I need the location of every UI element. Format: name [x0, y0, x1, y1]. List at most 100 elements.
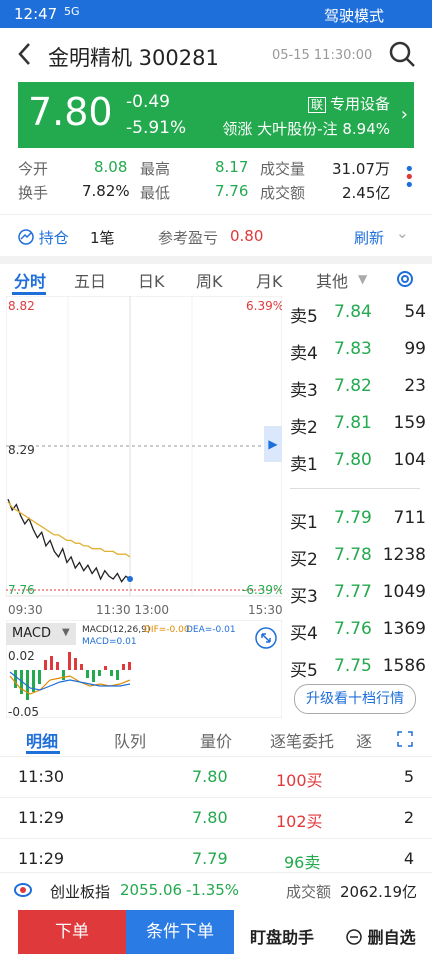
- trade-price: 7.80: [192, 808, 228, 827]
- conditional-order-button[interactable]: 条件下单: [126, 910, 234, 954]
- settings-icon[interactable]: [394, 268, 416, 290]
- index-bar[interactable]: 创业板指 2055.06 -1.35% 成交额 2062.19亿: [0, 872, 432, 907]
- volume-value: 31.07万: [332, 160, 390, 178]
- macd-bar: [50, 656, 53, 670]
- ask-3[interactable]: 卖3 7.82 23: [290, 370, 426, 406]
- macd-dea: DEA=-0.01: [186, 625, 236, 635]
- status-time: 12:47: [14, 5, 58, 23]
- holding-bar: 持仓 1笔 参考盈亏 0.80 刷新 ⌄: [0, 220, 432, 252]
- macd-bar: [80, 664, 83, 670]
- tab-monthly-k[interactable]: 月K: [256, 268, 283, 292]
- remove-watchlist-button[interactable]: 删自选: [346, 924, 416, 948]
- holding-button[interactable]: 持仓: [18, 227, 69, 248]
- tab-order-by-order[interactable]: 逐笔委托: [270, 728, 334, 752]
- ob-volume: 1238: [382, 545, 426, 565]
- price-change: -0.49: [126, 92, 170, 112]
- ob-side: 卖5: [290, 307, 318, 327]
- volume-label: 成交量: [260, 160, 306, 178]
- fullscreen-icon[interactable]: [254, 626, 278, 650]
- ob-side: 买5: [290, 661, 318, 681]
- y-bot-left: 7.76: [8, 583, 35, 597]
- ob-volume: 104: [393, 450, 426, 470]
- ob-price: 7.78: [334, 545, 372, 565]
- place-order-button[interactable]: 下单: [18, 910, 126, 954]
- upgrade-level10-button[interactable]: 升级看十档行情: [294, 684, 416, 714]
- trend-icon: [18, 229, 34, 245]
- intraday-chart[interactable]: 8.82 6.39% 8.29 7.76 -6.39% 09:30 11:30 …: [5, 295, 284, 620]
- macd-bar: [44, 660, 47, 670]
- macd-bot: -0.05: [8, 705, 39, 718]
- holding-label: 持仓: [38, 229, 69, 247]
- turnover-label: 换手: [18, 184, 49, 202]
- action-bar: 下单 条件下单 盯盘助手 删自选: [0, 906, 432, 960]
- ask-1[interactable]: 卖1 7.80 104: [290, 444, 426, 480]
- trade-qty: 100买: [276, 771, 323, 790]
- indicator-select[interactable]: MACD ▼: [6, 623, 76, 645]
- tab-volume-price[interactable]: 量价: [200, 728, 232, 752]
- y-bot-right: -6.39%: [242, 583, 282, 597]
- holding-count: 1笔: [90, 229, 115, 247]
- chevron-down-icon: ▼: [62, 627, 70, 638]
- bid-1[interactable]: 买1 7.79 711: [290, 502, 426, 538]
- quote-stats: 今开 8.08 最高 8.17 成交量 31.07万 换手 7.82% 最低 7…: [0, 152, 432, 210]
- driving-mode-label[interactable]: 驾驶模式: [324, 5, 384, 26]
- ask-5[interactable]: 卖5 7.84 54: [290, 296, 426, 332]
- tab-weekly-k[interactable]: 周K: [196, 268, 223, 292]
- macd-bar: [104, 666, 107, 670]
- ob-price: 7.75: [334, 656, 372, 676]
- ob-price: 7.76: [334, 619, 372, 639]
- bid-3[interactable]: 买3 7.77 1049: [290, 576, 426, 612]
- lead-prefix: 领涨: [222, 120, 253, 138]
- sector-leader: 领涨 大叶股份-注 8.94%: [222, 118, 390, 139]
- tab-tick-by-tick[interactable]: 逐: [356, 728, 372, 752]
- order-book: 卖5 7.84 54 卖4 7.83 99 卖3 7.82 23 卖2 7.81 159 卖1 7…: [282, 296, 428, 716]
- ask-2[interactable]: 卖2 7.81 159: [290, 407, 426, 443]
- last-price-dot: [127, 576, 133, 582]
- search-icon[interactable]: [388, 40, 416, 68]
- macd-bar: [86, 670, 89, 678]
- macd-value: MACD=0.01: [82, 637, 137, 647]
- bid-2[interactable]: 买2 7.78 1238: [290, 539, 426, 575]
- tab-five-day[interactable]: 五日: [74, 268, 106, 292]
- pl-value: 0.80: [230, 227, 264, 245]
- more-icon[interactable]: • • •: [404, 161, 415, 195]
- expand-orderbook-icon[interactable]: ▶: [264, 426, 282, 462]
- price-panel[interactable]: 7.80 -0.49 -5.91% 联专用设备 领涨 大叶股份-注 8.94% …: [18, 82, 414, 148]
- tab-queue[interactable]: 队列: [114, 728, 146, 752]
- tab-more[interactable]: 其他: [316, 268, 348, 292]
- ob-divider: [290, 488, 420, 489]
- current-price: 7.80: [28, 90, 113, 134]
- ob-side: 买2: [290, 550, 318, 570]
- index-logo-icon: [14, 883, 32, 897]
- bid-5[interactable]: 买5 7.75 1586: [290, 650, 426, 686]
- y-top-right: 6.39%: [246, 299, 282, 313]
- turnover-value: 7.82%: [82, 182, 130, 200]
- tab-detail[interactable]: 明细: [26, 728, 58, 752]
- ob-volume: 54: [404, 302, 426, 322]
- refresh-button[interactable]: 刷新: [354, 227, 384, 248]
- back-icon[interactable]: [14, 40, 36, 68]
- trade-time: 11:29: [18, 808, 65, 827]
- chevron-down-icon[interactable]: ⌄: [396, 224, 409, 242]
- ob-side: 卖1: [290, 455, 318, 475]
- divider: [0, 214, 432, 215]
- tab-intraday[interactable]: 分时: [14, 268, 46, 292]
- bid-4[interactable]: 买4 7.76 1369: [290, 613, 426, 649]
- signal-indicator: 5G: [64, 5, 80, 18]
- tab-daily-k[interactable]: 日K: [138, 268, 165, 292]
- expand-icon[interactable]: [396, 730, 414, 748]
- chart-tabs: 分时 五日 日K 周K 月K 其他 ▼: [0, 262, 432, 296]
- tab-indicator: [12, 292, 46, 295]
- y-top-left: 8.82: [8, 299, 35, 313]
- ob-price: 7.83: [334, 339, 372, 359]
- ask-4[interactable]: 卖4 7.83 99: [290, 333, 426, 369]
- macd-bar: [122, 664, 125, 670]
- macd-bar: [110, 670, 113, 676]
- ob-side: 买3: [290, 587, 318, 607]
- macd-bar: [14, 670, 17, 688]
- y-mid: 8.29: [8, 443, 35, 457]
- watch-assistant-button[interactable]: 盯盘助手: [250, 924, 314, 948]
- index-amount-label: 成交额: [286, 883, 332, 901]
- ob-price: 7.80: [334, 450, 372, 470]
- ob-side: 卖2: [290, 418, 318, 438]
